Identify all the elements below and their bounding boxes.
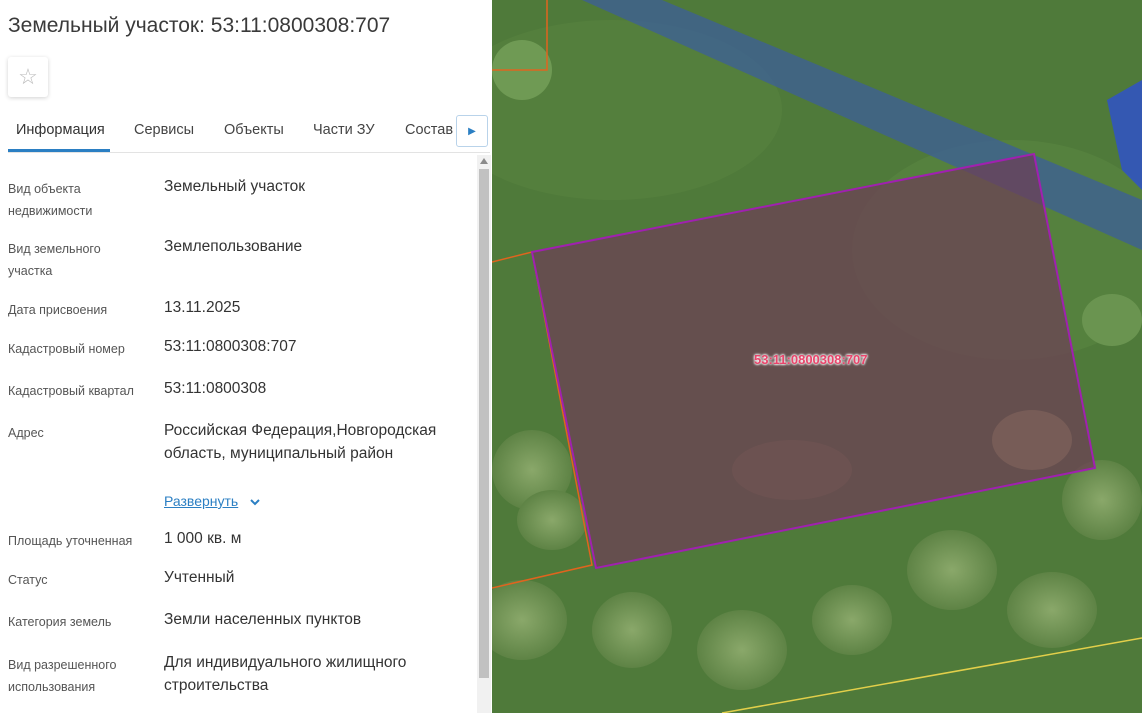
field-value-land-category: Земли населенных пунктов [164, 611, 362, 628]
map-view[interactable]: 53:11:0800308:707 [492, 0, 1142, 713]
field-label-object-type: Вид объекта недвижимости [8, 182, 93, 218]
field-value-assignment-date: 13.11.2025 [164, 299, 241, 316]
tab-services[interactable]: Сервисы [134, 122, 194, 138]
field-value-cadastral-number: 53:11:0800308:707 [164, 338, 297, 355]
field-value-cadastral-quarter: 53:11:0800308 [164, 380, 267, 397]
tab-objects[interactable]: Объекты [224, 122, 284, 138]
tab-parcel-parts[interactable]: Части ЗУ [313, 122, 375, 138]
field-label-parcel-type: Вид земельного участка [8, 242, 101, 278]
address-expand-link[interactable]: Развернуть [164, 493, 238, 509]
field-value-status: Учтенный [164, 569, 235, 586]
page-title: Земельный участок: 53:11:0800308:707 [8, 14, 391, 37]
field-label-cadastral-quarter: Кадастровый квартал [8, 384, 134, 398]
tab-composition[interactable]: Состав [405, 122, 453, 138]
field-label-permitted-use: Вид разрешенного использования [8, 658, 117, 694]
field-value-address: Российская Федерация,Новгородская област… [164, 422, 437, 462]
field-value-object-type: Земельный участок [164, 178, 306, 195]
field-label-status: Статус [8, 573, 48, 587]
field-label-assignment-date: Дата присвоения [8, 303, 108, 317]
property-list: Вид объекта недвижимости Земельный участ… [0, 155, 475, 713]
scrollbar-thumb[interactable] [479, 169, 489, 678]
caret-right-icon: ▶ [468, 125, 476, 137]
field-value-permitted-use: Для индивидуального жилищного строительс… [164, 654, 407, 694]
tab-bar: Информация Сервисы Объекты Части ЗУ Сост… [8, 112, 490, 153]
field-value-parcel-type: Землепользование [164, 238, 303, 255]
active-tab-indicator [8, 149, 110, 152]
field-label-address: Адрес [8, 426, 44, 440]
favorite-button[interactable]: ☆ [8, 57, 48, 97]
tabs-scroll-right-button[interactable]: ▶ [456, 115, 488, 147]
scroll-up-arrow-icon[interactable] [477, 155, 491, 167]
panel-scrollbar[interactable] [477, 155, 491, 713]
tab-information[interactable]: Информация [16, 122, 105, 138]
info-panel: Земельный участок: 53:11:0800308:707 ☆ И… [0, 0, 492, 713]
field-label-area: Площадь уточненная [8, 534, 133, 548]
star-outline-icon: ☆ [18, 64, 38, 89]
parcel-label[interactable]: 53:11:0800308:707 [754, 352, 868, 367]
chevron-down-icon[interactable] [249, 496, 261, 508]
field-label-cadastral-number: Кадастровый номер [8, 342, 125, 356]
field-label-land-category: Категория земель [8, 615, 112, 629]
field-value-area: 1 000 кв. м [164, 530, 242, 547]
